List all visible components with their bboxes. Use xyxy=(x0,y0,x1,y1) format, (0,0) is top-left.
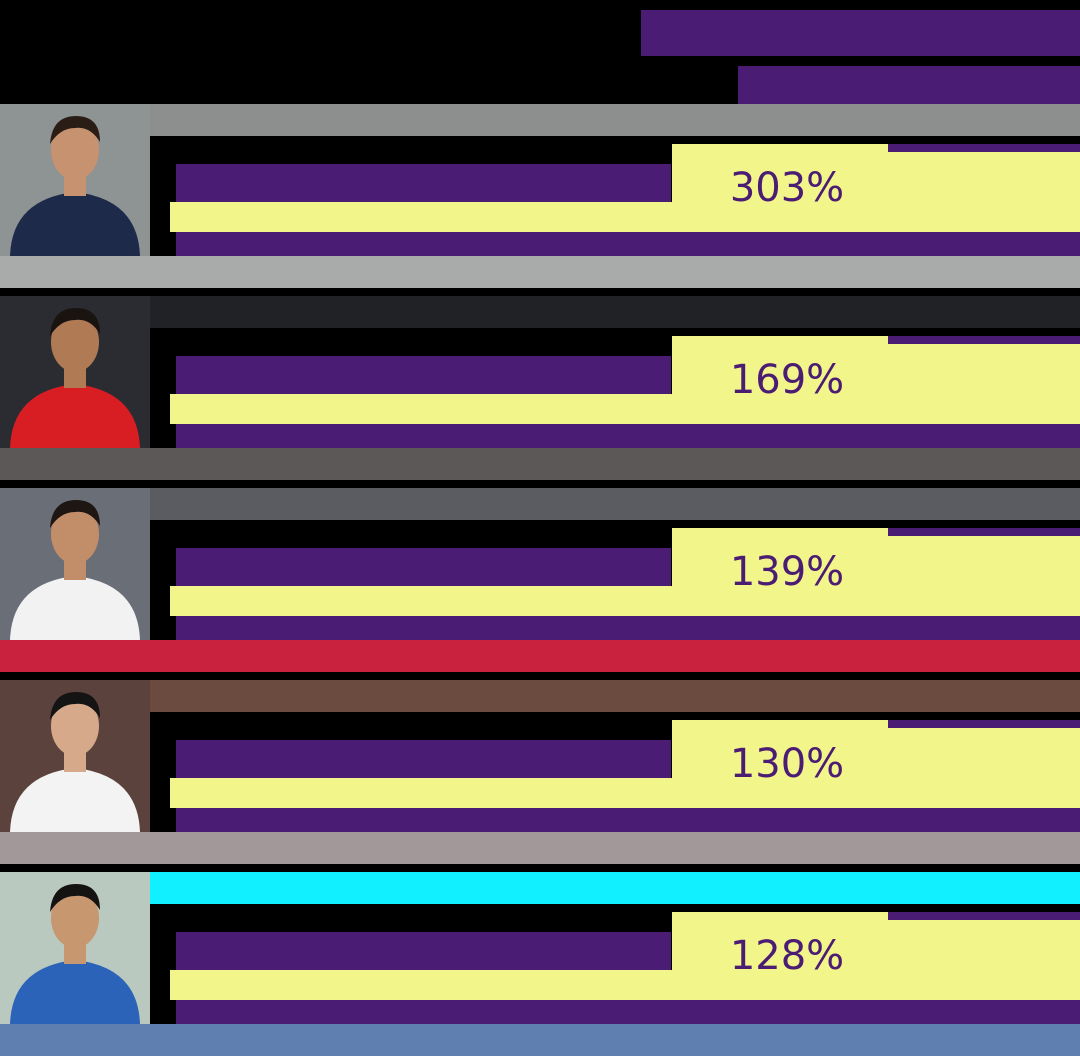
player-name-bar xyxy=(176,548,671,586)
club-name-bar xyxy=(176,1000,1080,1024)
player-name-underlay xyxy=(170,970,674,1000)
value-label: 169% xyxy=(729,357,845,403)
player-photo xyxy=(0,488,150,640)
player-name-bar xyxy=(176,932,671,970)
player-row: 130% xyxy=(0,680,1080,864)
player-name-underlay xyxy=(170,202,674,232)
value-label: 128% xyxy=(729,933,845,979)
player-row: 169% xyxy=(0,296,1080,480)
row-band-top xyxy=(150,296,1080,328)
row-band-bottom xyxy=(0,256,1080,288)
row-band-top xyxy=(150,104,1080,136)
player-photo xyxy=(0,296,150,448)
row-band-bottom xyxy=(0,448,1080,480)
player-name-bar xyxy=(176,356,671,394)
value-bar-accent xyxy=(888,720,1080,728)
player-photo xyxy=(0,872,150,1024)
player-name-bar xyxy=(176,164,671,202)
value-label: 139% xyxy=(729,549,845,595)
value-bar-accent xyxy=(888,336,1080,344)
value-label: 130% xyxy=(729,741,845,787)
player-row: 303% xyxy=(0,104,1080,288)
player-photo xyxy=(0,104,150,256)
row-band-bottom xyxy=(0,1024,1080,1056)
club-name-bar xyxy=(176,808,1080,832)
row-band-bottom xyxy=(0,640,1080,672)
value-bar-accent xyxy=(888,528,1080,536)
club-name-bar xyxy=(176,232,1080,256)
value-bar-accent xyxy=(888,912,1080,920)
player-row: 128% xyxy=(0,872,1080,1056)
club-name-bar xyxy=(176,424,1080,448)
header-title-line-1 xyxy=(641,10,1080,56)
player-row: 139% xyxy=(0,488,1080,672)
player-photo xyxy=(0,680,150,832)
row-band-top xyxy=(150,872,1080,904)
player-name-underlay xyxy=(170,586,674,616)
row-band-top xyxy=(150,680,1080,712)
player-name-underlay xyxy=(170,394,674,424)
club-name-bar xyxy=(176,616,1080,640)
value-label: 303% xyxy=(729,165,845,211)
player-name-underlay xyxy=(170,778,674,808)
row-band-top xyxy=(150,488,1080,520)
row-band-bottom xyxy=(0,832,1080,864)
value-bar-accent xyxy=(888,144,1080,152)
player-name-bar xyxy=(176,740,671,778)
